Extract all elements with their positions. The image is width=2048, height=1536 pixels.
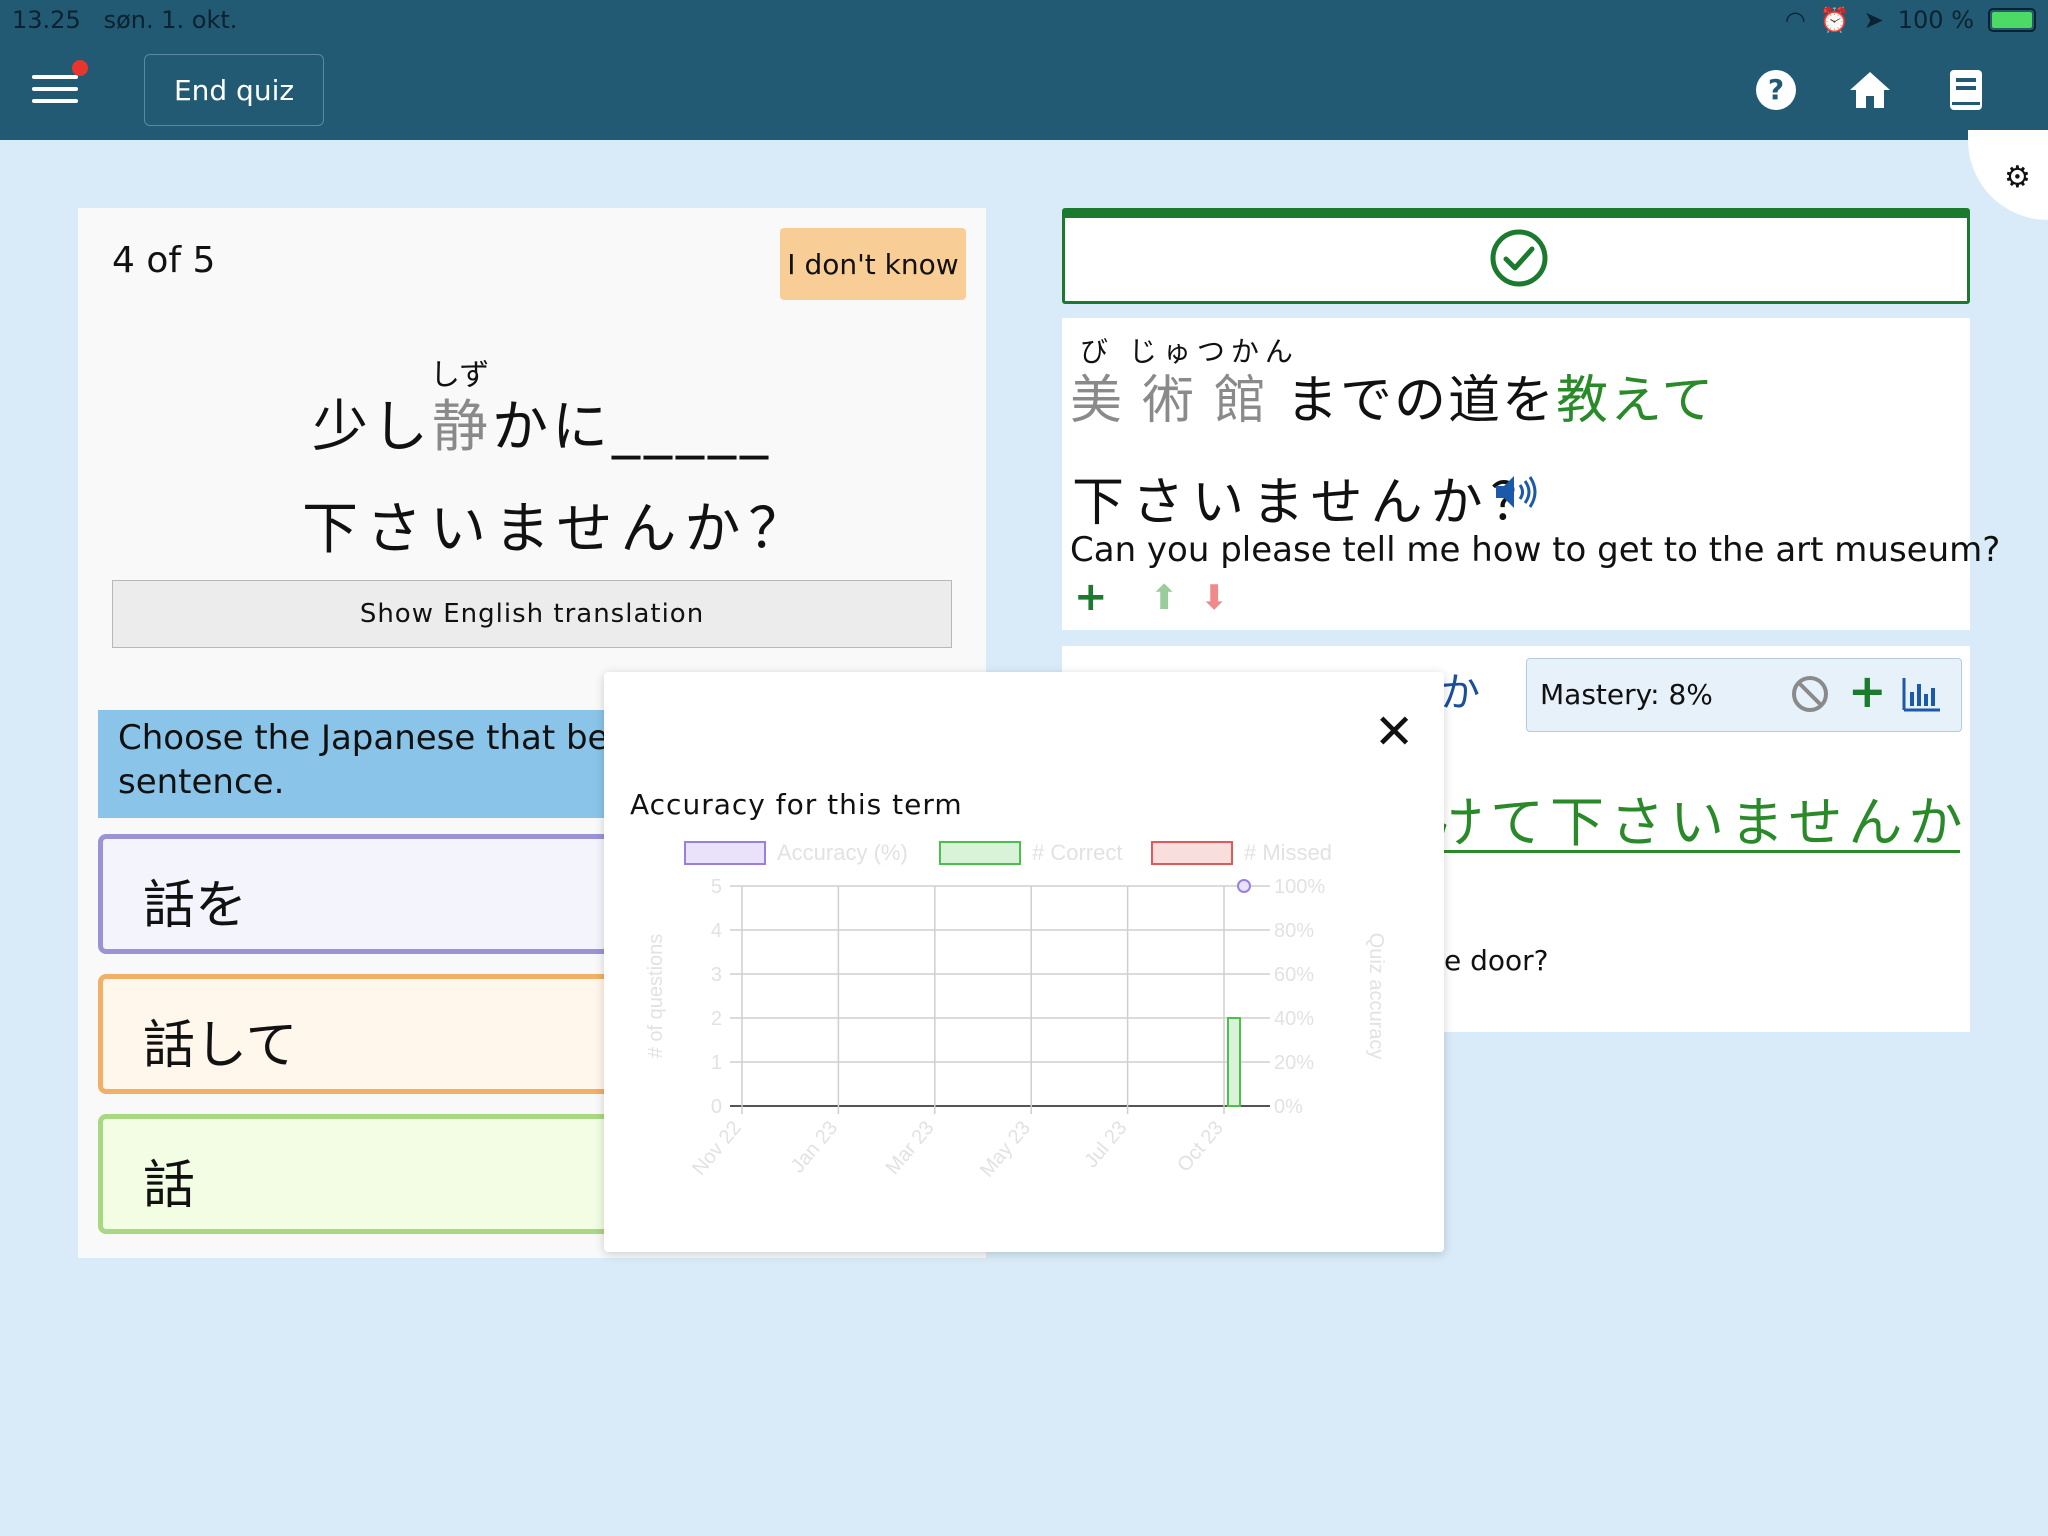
chart-legend: Accuracy (%) # Correct # Missed <box>684 840 1332 865</box>
show-translation-button[interactable]: Show English translation <box>112 580 952 648</box>
y-tick-label: 2 <box>711 1008 722 1030</box>
sentence-line-2: 下さいませんか？ <box>1072 473 1551 533</box>
mastery-label: Mastery: 8% <box>1540 678 1713 711</box>
question-line-2: 下さいませんか？ <box>302 497 813 562</box>
sentence-line-1: 美術館までの道を教えて <box>1070 371 1716 431</box>
check-circle-icon <box>1490 229 1548 287</box>
y-right-tick-label: 0% <box>1274 1096 1303 1118</box>
arrow-up-icon[interactable]: ⬆ <box>1150 578 1179 618</box>
x-tick-label: Mar 23 <box>882 1117 939 1179</box>
speaker-icon[interactable] <box>1494 472 1540 512</box>
english-translation: Can you please tell me how to get to the… <box>1070 530 2001 570</box>
correct-banner <box>1062 208 1970 304</box>
question-line-1: 少し静かに_____ <box>312 395 772 460</box>
x-tick-label: Jul 23 <box>1080 1117 1131 1172</box>
legend-label: # Correct <box>1032 840 1122 865</box>
battery-text: 100 % <box>1897 6 1974 34</box>
term-kana: か <box>1440 670 1480 716</box>
x-tick-label: Oct 23 <box>1173 1117 1228 1176</box>
menu-icon[interactable] <box>32 70 78 110</box>
y-right-tick-label: 20% <box>1274 1052 1314 1074</box>
svg-text:?: ? <box>1768 73 1784 106</box>
alarm-icon: ⏰ <box>1819 6 1850 34</box>
y-right-tick-label: 80% <box>1274 920 1314 942</box>
accuracy-chart: Accuracy (%) # Correct # Missed 0 0% 1 20% 2 40… <box>645 840 1387 1181</box>
chart-grid <box>730 885 1270 1114</box>
add-icon[interactable]: + <box>1074 574 1108 620</box>
accuracy-point <box>1237 879 1251 893</box>
book-icon[interactable] <box>1942 66 1990 114</box>
instruction-text: Choose the Japanese that best sentence. <box>118 718 640 802</box>
term-underline <box>1440 850 1960 853</box>
y-right-tick-label: 60% <box>1274 964 1314 986</box>
legend-label: Accuracy (%) <box>777 840 908 865</box>
chart-icon[interactable] <box>1900 674 1942 714</box>
arrow-down-icon[interactable]: ⬇ <box>1200 578 1229 618</box>
status-time: 13.25 søn. 1. okt. <box>12 6 237 34</box>
y-right-tick-label: 100% <box>1274 876 1325 898</box>
question-counter: 4 of 5 <box>112 240 216 281</box>
term-english: e door? <box>1444 944 1549 977</box>
location-icon: ➤ <box>1863 6 1884 34</box>
y-tick-label: 0 <box>711 1096 722 1118</box>
home-icon[interactable] <box>1846 66 1894 114</box>
y-tick-label: 4 <box>711 920 722 942</box>
add-icon[interactable]: + <box>1848 664 1887 718</box>
y-tick-label: 5 <box>711 876 722 898</box>
legend-label: # Missed <box>1244 840 1332 865</box>
wifi-icon: ◠ <box>1784 6 1806 34</box>
ban-icon[interactable] <box>1790 674 1830 714</box>
y-tick-label: 3 <box>711 964 722 986</box>
y-tick-label: 1 <box>711 1052 722 1074</box>
clock: 13.25 <box>12 6 81 34</box>
gear-icon[interactable]: ⚙ <box>2004 160 2031 195</box>
notification-dot <box>72 60 88 76</box>
legend-swatch <box>939 841 1021 865</box>
help-icon[interactable]: ? <box>1752 66 1800 114</box>
close-icon[interactable]: ✕ <box>1374 704 1414 760</box>
date: søn. 1. okt. <box>103 6 238 34</box>
chart-bars <box>1227 879 1251 1107</box>
dont-know-button[interactable]: I don't know <box>780 228 966 300</box>
y-axis-label: # of questions <box>645 934 667 1059</box>
y-right-axis-label: Quiz accuracy <box>1365 933 1387 1060</box>
end-quiz-button[interactable]: End quiz <box>144 54 324 126</box>
chart-ticks: 0 0% 1 20% 2 40% 3 60% 4 80% 5 100% Nov 22 Jan 23 Mar … <box>645 876 1387 1181</box>
term-sentence: けて下さいませんか <box>1430 791 1969 854</box>
battery-icon <box>1988 8 2036 32</box>
modal-title: Accuracy for this term <box>630 788 963 821</box>
y-right-tick-label: 40% <box>1274 1008 1314 1030</box>
x-tick-label: May 23 <box>976 1117 1035 1181</box>
status-right: ◠ ⏰ ➤ 100 % <box>1785 6 2036 34</box>
legend-swatch <box>684 841 766 865</box>
x-tick-label: Nov 22 <box>688 1117 746 1180</box>
legend-swatch <box>1151 841 1233 865</box>
x-tick-label: Jan 23 <box>787 1117 842 1177</box>
bar-correct <box>1227 1017 1241 1107</box>
